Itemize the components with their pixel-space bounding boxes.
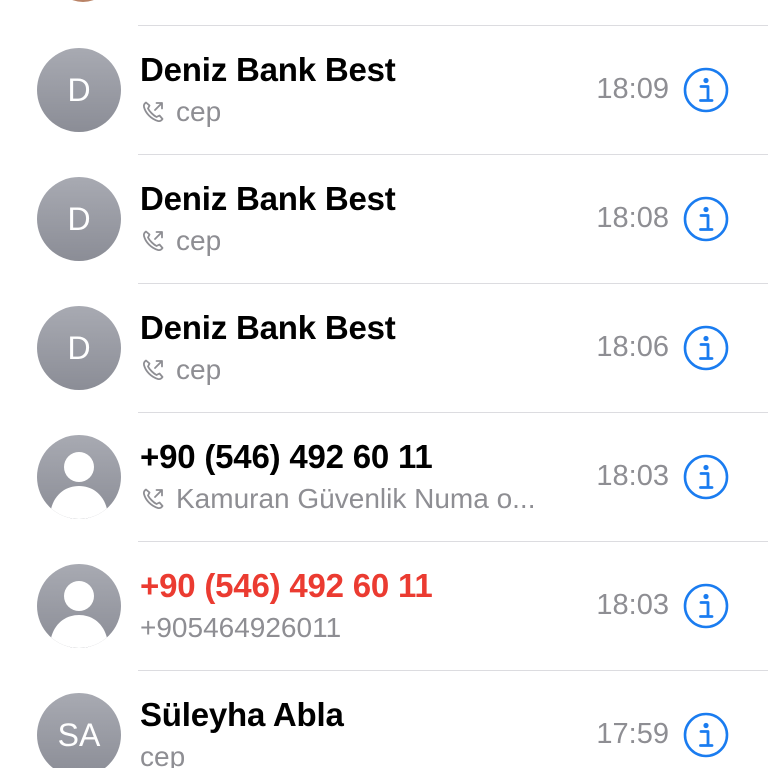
- avatar: [37, 435, 121, 519]
- call-row[interactable]: SA Süleyha Abla cep 17:59: [0, 670, 768, 768]
- caller-name: Deniz Bank Best: [140, 180, 396, 217]
- call-subtitle: cep: [140, 225, 221, 257]
- avatar-initials: D: [67, 200, 91, 237]
- avatar-initials: D: [67, 329, 91, 366]
- call-subtitle-text: Kamuran Güvenlik Numa o...: [176, 483, 536, 514]
- avatar: D: [37, 306, 121, 390]
- caller-name: Deniz Bank Best: [140, 51, 396, 88]
- avatar-initials: D: [67, 71, 91, 108]
- recent-calls-screen: D Deniz Bank Best cep 18:09 D Deniz Bank Best…: [0, 0, 768, 768]
- avatar: SA: [37, 693, 121, 768]
- call-time: 18:06: [596, 331, 669, 363]
- info-circle-icon[interactable]: [683, 67, 729, 113]
- caller-name: +90 (546) 492 60 11: [140, 438, 433, 475]
- person-silhouette-icon: [37, 435, 121, 519]
- call-time: 18:09: [596, 73, 669, 105]
- avatar: D: [37, 48, 121, 132]
- call-subtitle-text: +905464926011: [140, 612, 342, 643]
- caller-name: +90 (546) 492 60 11: [140, 567, 433, 604]
- call-subtitle-text: cep: [140, 741, 186, 768]
- call-time: 18:03: [596, 589, 669, 621]
- call-subtitle: Kamuran Güvenlik Numa o...: [140, 483, 536, 515]
- call-time: 18:08: [596, 202, 669, 234]
- outgoing-call-icon: [140, 357, 166, 383]
- call-row[interactable]: D Deniz Bank Best cep 18:08: [0, 154, 768, 283]
- outgoing-call-icon: [140, 228, 166, 254]
- person-silhouette-icon: [37, 564, 121, 648]
- caller-name: Deniz Bank Best: [140, 309, 396, 346]
- call-time: 17:59: [596, 718, 669, 750]
- call-time: 18:03: [596, 460, 669, 492]
- outgoing-call-icon: [140, 486, 166, 512]
- caller-name: Süleyha Abla: [140, 696, 344, 733]
- call-row[interactable]: D Deniz Bank Best cep 18:06: [0, 283, 768, 412]
- call-subtitle: cep: [140, 741, 185, 768]
- info-circle-icon[interactable]: [683, 196, 729, 242]
- call-subtitle: cep: [140, 354, 221, 386]
- call-row[interactable]: +90 (546) 492 60 11 Kamuran Güvenlik Numa…: [0, 412, 768, 541]
- info-circle-icon[interactable]: [683, 583, 729, 629]
- call-subtitle-text: cep: [176, 354, 222, 385]
- avatar: [37, 564, 121, 648]
- call-row[interactable]: +90 (546) 492 60 11 +905464926011 18:03: [0, 541, 768, 670]
- info-circle-icon[interactable]: [683, 454, 729, 500]
- outgoing-call-icon: [140, 99, 166, 125]
- call-subtitle: +905464926011: [140, 612, 341, 644]
- call-subtitle-text: cep: [176, 225, 222, 256]
- avatar-initials: SA: [57, 716, 101, 753]
- avatar: D: [37, 177, 121, 261]
- info-circle-icon[interactable]: [683, 325, 729, 371]
- info-circle-icon[interactable]: [683, 712, 729, 758]
- avatar: [58, 0, 108, 2]
- call-row[interactable]: D Deniz Bank Best cep 18:09: [0, 25, 768, 154]
- call-subtitle-text: cep: [176, 96, 222, 127]
- call-subtitle: cep: [140, 96, 221, 128]
